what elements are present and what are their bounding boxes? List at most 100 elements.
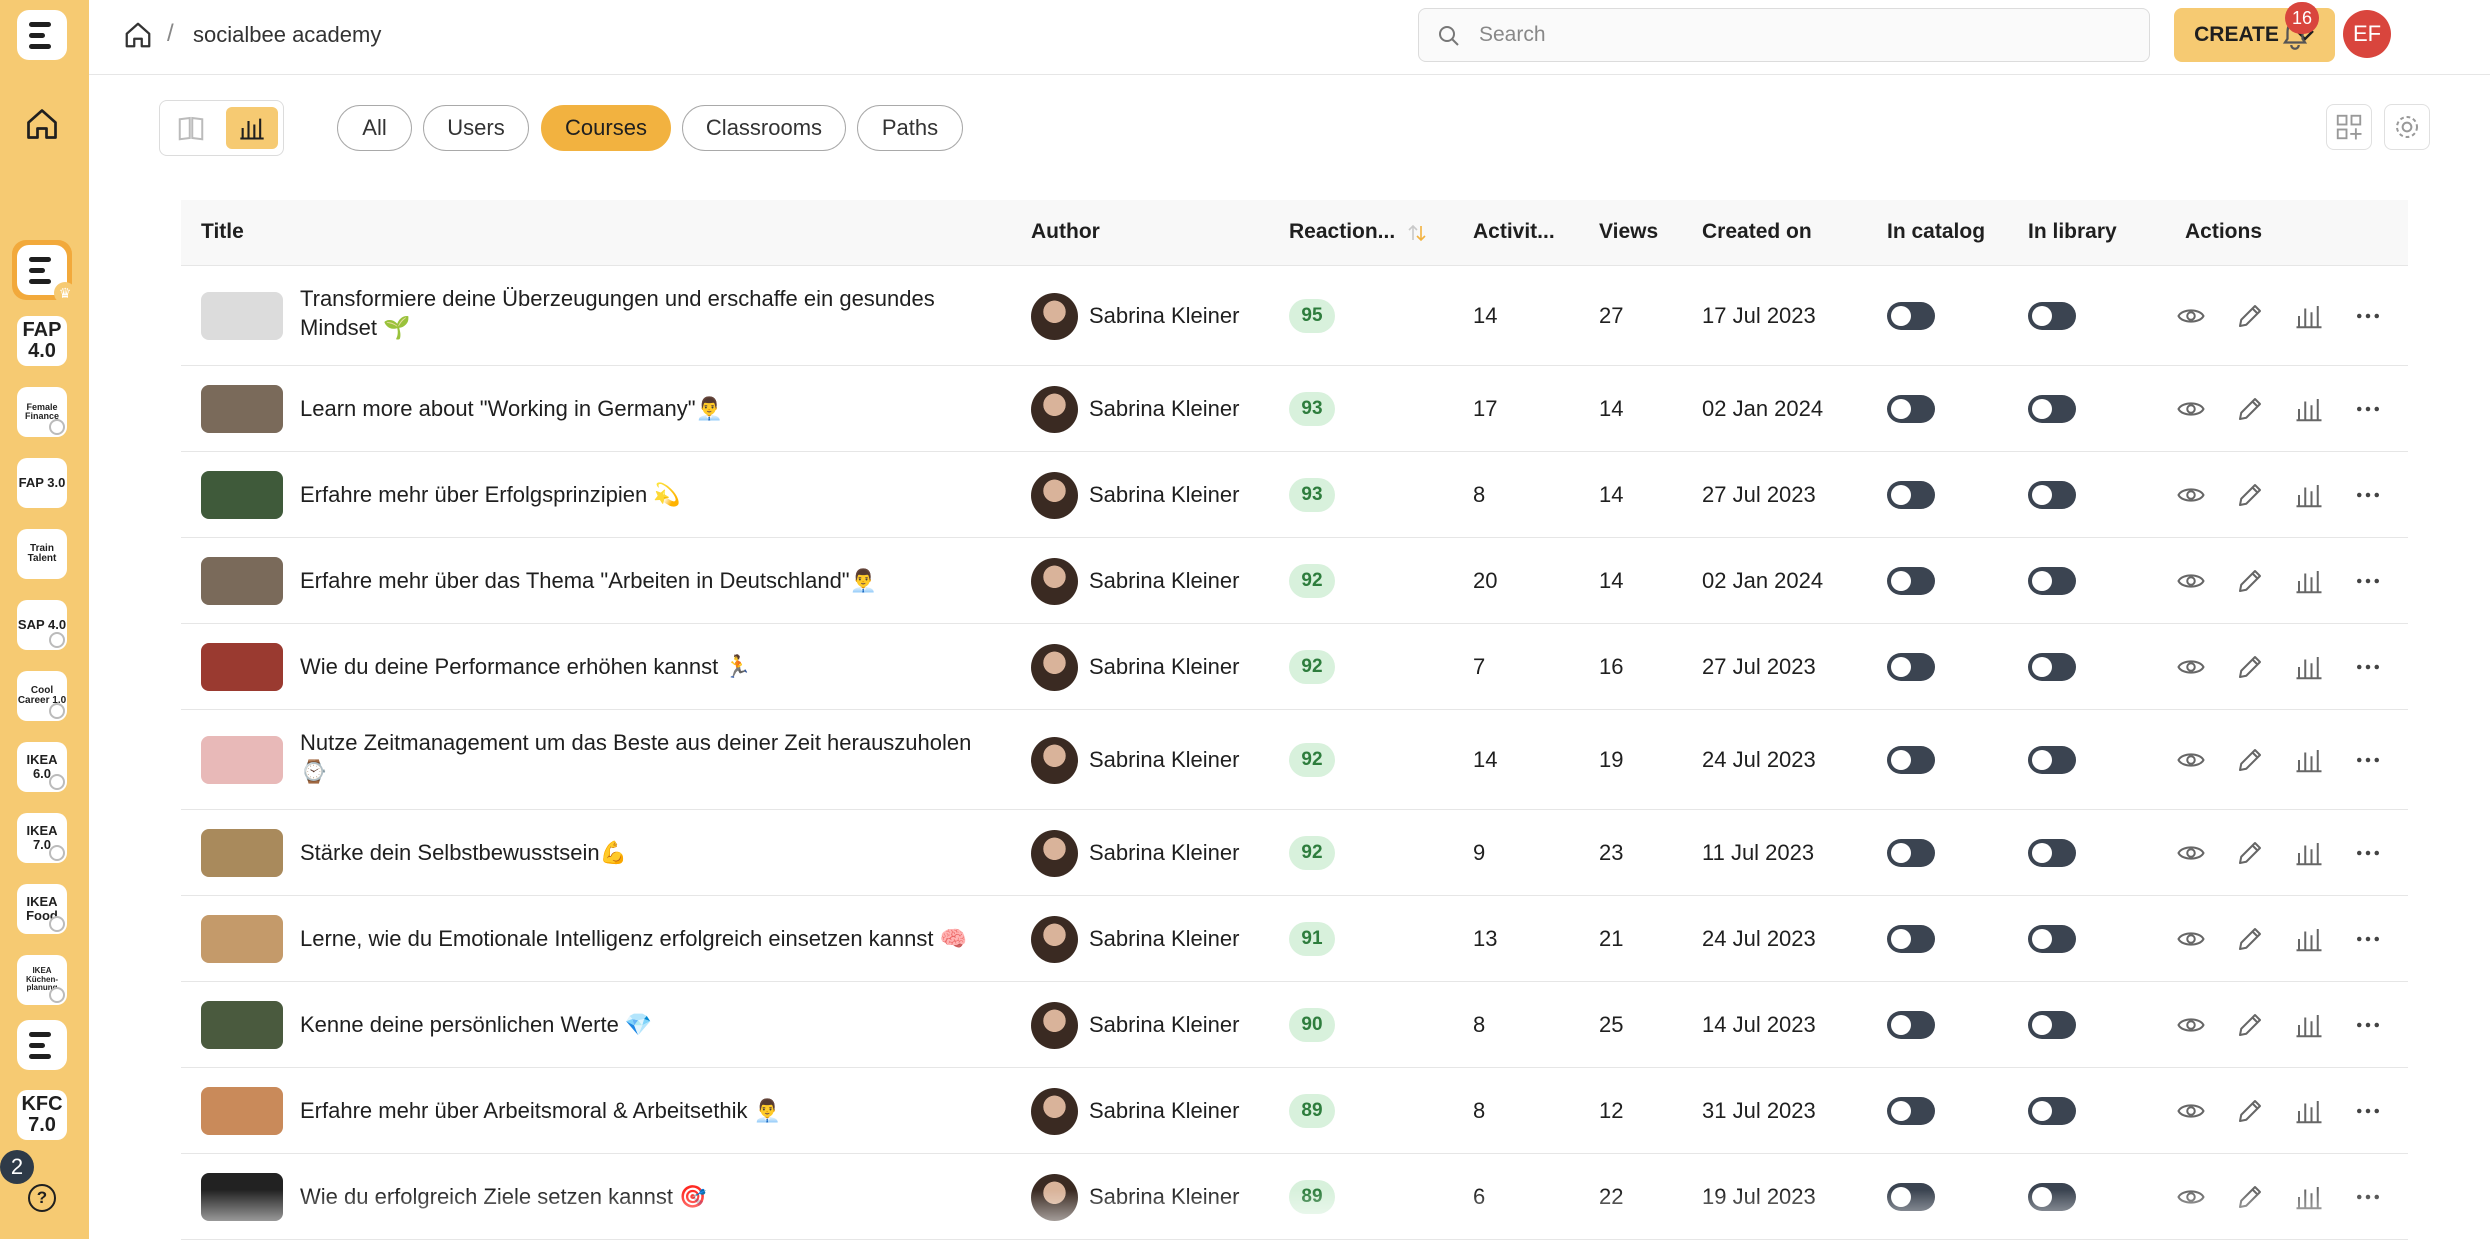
bar-chart-icon[interactable] — [2294, 924, 2324, 954]
course-title[interactable]: Learn more about "Working in Germany"👨‍💼 — [300, 394, 1000, 423]
course-thumbnail[interactable] — [201, 1087, 283, 1135]
bar-chart-icon[interactable] — [2294, 1096, 2324, 1126]
sidebar-academy-tile[interactable]: IKEA 6.0 — [17, 742, 67, 792]
table-row[interactable]: Erfahre mehr über das Thema "Arbeiten in… — [181, 538, 2408, 624]
table-row[interactable]: Wie du deine Performance erhöhen kannst … — [181, 624, 2408, 710]
pencil-icon[interactable] — [2235, 838, 2265, 868]
course-thumbnail[interactable] — [201, 1173, 283, 1221]
eye-icon[interactable] — [2176, 1182, 2206, 1212]
add-widget-button[interactable] — [2326, 104, 2372, 150]
pencil-icon[interactable] — [2235, 566, 2265, 596]
course-thumbnail[interactable] — [201, 1001, 283, 1049]
sidebar-academy-active[interactable]: ♛ — [12, 240, 76, 304]
header-author[interactable]: Author — [1031, 220, 1100, 244]
in-catalog-toggle[interactable] — [1887, 746, 1935, 774]
header-views[interactable]: Views — [1599, 220, 1658, 244]
bar-chart-icon[interactable] — [2294, 394, 2324, 424]
header-created[interactable]: Created on — [1702, 220, 1812, 244]
sidebar-academy-tile[interactable]: IKEA 7.0 — [17, 813, 67, 863]
more-icon[interactable] — [2353, 745, 2383, 775]
pencil-icon[interactable] — [2235, 1096, 2265, 1126]
table-row[interactable]: Transformiere deine Überzeugungen und er… — [181, 266, 2408, 366]
sidebar-academy-tile[interactable]: KFC 7.0 — [17, 1090, 67, 1140]
eye-icon[interactable] — [2176, 566, 2206, 596]
more-icon[interactable] — [2353, 924, 2383, 954]
header-library[interactable]: In library — [2028, 220, 2117, 244]
eye-icon[interactable] — [2176, 652, 2206, 682]
table-row[interactable]: Erfahre mehr über Arbeitsmoral & Arbeits… — [181, 1068, 2408, 1154]
sidebar-academy-tile[interactable]: FAP 4.0 — [17, 316, 67, 366]
bar-chart-icon[interactable] — [2294, 566, 2324, 596]
filter-all[interactable]: All — [337, 105, 412, 151]
in-catalog-toggle[interactable] — [1887, 925, 1935, 953]
more-icon[interactable] — [2353, 566, 2383, 596]
more-icon[interactable] — [2353, 1010, 2383, 1040]
in-library-toggle[interactable] — [2028, 746, 2076, 774]
bar-chart-icon[interactable] — [2294, 838, 2324, 868]
app-logo[interactable] — [17, 10, 67, 60]
course-title[interactable]: Erfahre mehr über Erfolgsprinzipien 💫 — [300, 480, 1000, 509]
in-library-toggle[interactable] — [2028, 567, 2076, 595]
breadcrumb[interactable]: socialbee academy — [193, 22, 381, 48]
pencil-icon[interactable] — [2235, 394, 2265, 424]
pencil-icon[interactable] — [2235, 1182, 2265, 1212]
course-thumbnail[interactable] — [201, 915, 283, 963]
pencil-icon[interactable] — [2235, 924, 2265, 954]
pending-count-badge[interactable]: 2 — [0, 1150, 34, 1184]
filter-classrooms[interactable]: Classrooms — [682, 105, 846, 151]
search-input[interactable] — [1479, 19, 2119, 51]
search-box[interactable] — [1418, 8, 2150, 62]
table-row[interactable]: Stärke dein Selbstbewusstsein💪 Sabrina Kl… — [181, 810, 2408, 896]
filter-courses[interactable]: Courses — [541, 105, 671, 151]
more-icon[interactable] — [2353, 480, 2383, 510]
bar-chart-icon[interactable] — [2294, 745, 2324, 775]
bar-chart-icon[interactable] — [2294, 1010, 2324, 1040]
course-thumbnail[interactable] — [201, 643, 283, 691]
in-library-toggle[interactable] — [2028, 1011, 2076, 1039]
in-catalog-toggle[interactable] — [1887, 481, 1935, 509]
course-title[interactable]: Nutze Zeitmanagement um das Beste aus de… — [300, 728, 1000, 786]
in-catalog-toggle[interactable] — [1887, 1011, 1935, 1039]
pencil-icon[interactable] — [2235, 652, 2265, 682]
header-title[interactable]: Title — [201, 220, 244, 244]
course-thumbnail[interactable] — [201, 471, 283, 519]
more-icon[interactable] — [2353, 1096, 2383, 1126]
eye-icon[interactable] — [2176, 1096, 2206, 1126]
sidebar-academy-tile[interactable]: IKEA Küchen-planung — [17, 955, 67, 1005]
sidebar-academy-tile[interactable]: Train Talent — [17, 529, 67, 579]
sidebar-academy-tile[interactable]: FAP 3.0 — [17, 458, 67, 508]
eye-icon[interactable] — [2176, 301, 2206, 331]
in-catalog-toggle[interactable] — [1887, 839, 1935, 867]
header-reactions[interactable]: Reaction... — [1289, 220, 1395, 244]
bar-chart-icon[interactable] — [2294, 480, 2324, 510]
stats-view-button[interactable] — [226, 107, 278, 149]
help-icon[interactable]: ? — [28, 1184, 56, 1212]
more-icon[interactable] — [2353, 838, 2383, 868]
pencil-icon[interactable] — [2235, 301, 2265, 331]
course-thumbnail[interactable] — [201, 736, 283, 784]
eye-icon[interactable] — [2176, 924, 2206, 954]
in-library-toggle[interactable] — [2028, 653, 2076, 681]
table-row[interactable]: Learn more about "Working in Germany"👨‍💼… — [181, 366, 2408, 452]
course-thumbnail[interactable] — [201, 829, 283, 877]
filter-users[interactable]: Users — [423, 105, 529, 151]
more-icon[interactable] — [2353, 652, 2383, 682]
pencil-icon[interactable] — [2235, 1010, 2265, 1040]
course-title[interactable]: Erfahre mehr über Arbeitsmoral & Arbeits… — [300, 1096, 1000, 1125]
table-row[interactable]: Erfahre mehr über Erfolgsprinzipien 💫 Sab… — [181, 452, 2408, 538]
pencil-icon[interactable] — [2235, 745, 2265, 775]
filter-paths[interactable]: Paths — [857, 105, 963, 151]
course-title[interactable]: Transformiere deine Überzeugungen und er… — [300, 284, 1000, 342]
course-thumbnail[interactable] — [201, 557, 283, 605]
settings-button[interactable] — [2384, 104, 2430, 150]
eye-icon[interactable] — [2176, 394, 2206, 424]
table-row[interactable]: Lerne, wie du Emotionale Intelligenz erf… — [181, 896, 2408, 982]
in-library-toggle[interactable] — [2028, 302, 2076, 330]
in-catalog-toggle[interactable] — [1887, 567, 1935, 595]
bar-chart-icon[interactable] — [2294, 301, 2324, 331]
in-catalog-toggle[interactable] — [1887, 302, 1935, 330]
table-row[interactable]: Nutze Zeitmanagement um das Beste aus de… — [181, 710, 2408, 810]
sidebar-academy-tile[interactable]: SAP 4.0 — [17, 600, 67, 650]
sidebar-academy-tile[interactable]: IKEA Food — [17, 884, 67, 934]
course-thumbnail[interactable] — [201, 292, 283, 340]
